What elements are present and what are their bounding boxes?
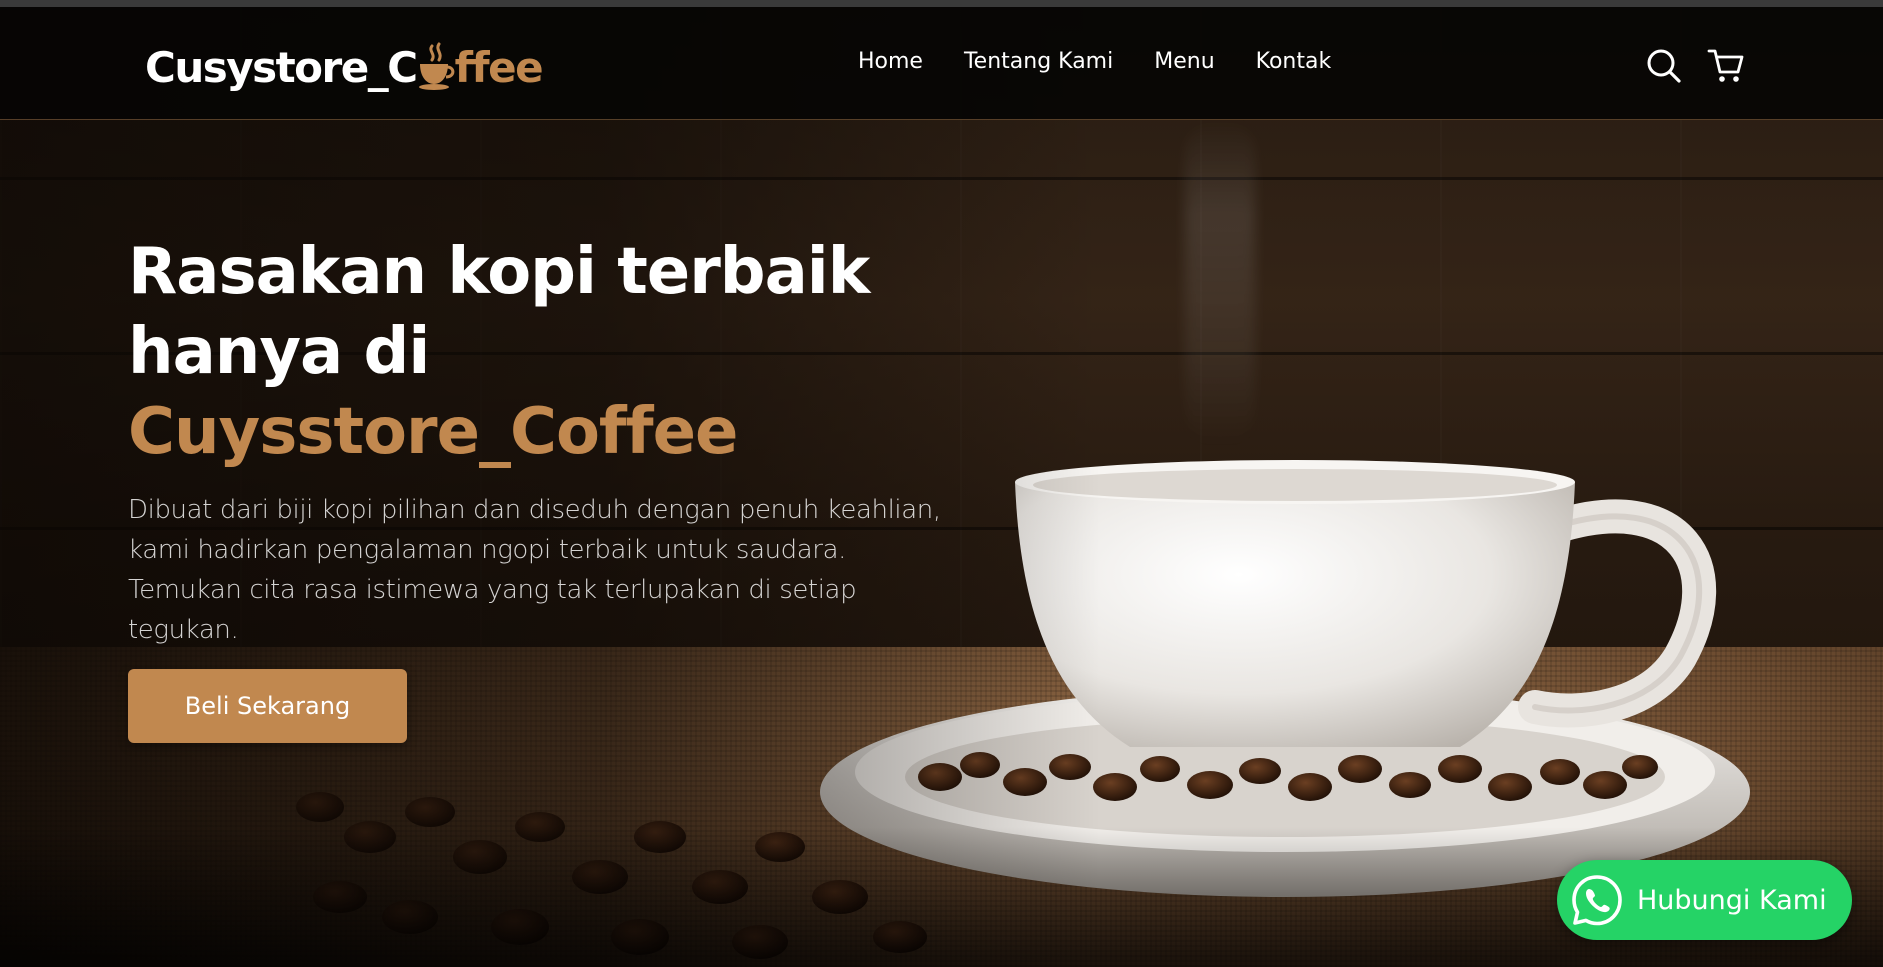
- navbar: Cusystore_C ffee Home Tentang Kami Menu …: [0, 7, 1883, 120]
- logo-text: Cusystore_C: [145, 42, 418, 92]
- buy-now-button[interactable]: Beli Sekarang: [128, 669, 407, 743]
- hero-description: Dibuat dari biji kopi pilihan dan disedu…: [128, 495, 941, 645]
- nav-kontak[interactable]: Kontak: [1256, 49, 1332, 74]
- whatsapp-label: Hubungi Kami: [1637, 884, 1827, 916]
- steam-image: [1185, 117, 1255, 447]
- search-icon[interactable]: [1645, 47, 1683, 85]
- coffee-cup-icon: [417, 42, 455, 92]
- hero-section: [0, 7, 1883, 967]
- hero-title: Rasakan kopi terbaik hanya di Cuysstore_…: [128, 232, 870, 472]
- logo-text-accent: ffee: [454, 42, 544, 92]
- nav-icons: [1645, 47, 1745, 85]
- hero-title-line1: Rasakan kopi terbaik: [128, 235, 870, 309]
- browser-top-strip: [0, 0, 1883, 7]
- whatsapp-icon: [1569, 872, 1625, 928]
- nav-menu[interactable]: Menu: [1154, 49, 1214, 74]
- site-logo[interactable]: Cusystore_C ffee: [145, 37, 544, 97]
- main-nav: Home Tentang Kami Menu Kontak: [858, 49, 1331, 74]
- nav-home[interactable]: Home: [858, 49, 923, 74]
- hero-overlay: [0, 7, 1100, 967]
- whatsapp-contact-button[interactable]: Hubungi Kami: [1557, 860, 1852, 940]
- hero-title-brand: Cuysstore_Coffee: [128, 395, 738, 469]
- nav-tentang-kami[interactable]: Tentang Kami: [964, 49, 1113, 74]
- hero-title-line2: hanya di: [128, 315, 430, 389]
- cart-icon[interactable]: [1707, 47, 1745, 85]
